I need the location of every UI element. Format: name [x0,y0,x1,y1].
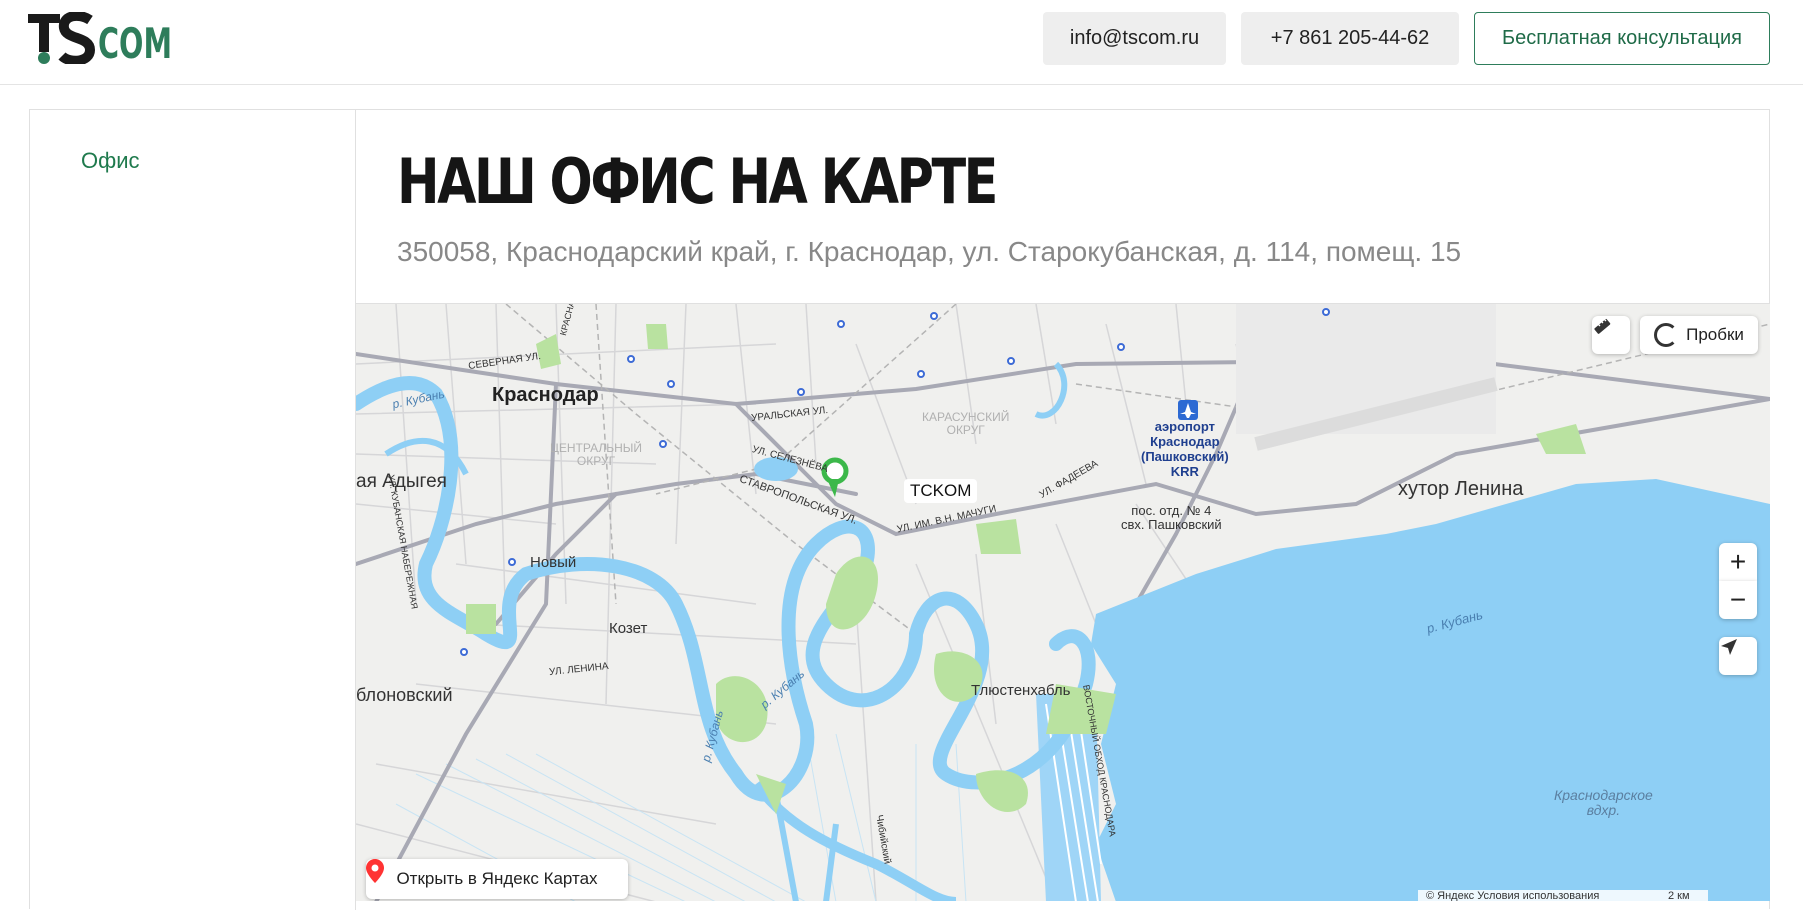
map-label-yablonovsky: блоновский [356,685,453,705]
map-label-khutor-lenina: хутор Ленина [1398,478,1524,500]
open-in-yandex-maps-button[interactable]: Открыть в Яндекс Картах [366,859,628,899]
navigation-arrow-icon [1721,639,1737,655]
sidebar: Офис [30,110,356,910]
map-label-kozet: Козет [609,620,648,637]
yandex-map[interactable]: Краснодар ая Адыгея Новый Козет блоновск… [356,303,1770,901]
copyright-text[interactable]: © Яндекс Условия использования [1426,890,1599,901]
traffic-button[interactable]: Пробки [1640,316,1758,354]
free-consultation-button[interactable]: Бесплатная консультация [1474,12,1770,65]
ruler-button[interactable] [1592,316,1630,354]
ruler-icon [1594,318,1611,334]
map-label-reservoir: Краснодарское вдхр. [1554,787,1653,819]
office-pin-label[interactable]: TCKOM [904,479,978,503]
map-label-karasun-district: КАРАСУНСКИЙ ОКРУГ [922,410,1010,438]
zoom-out-button[interactable]: − [1719,581,1757,619]
phone-button[interactable]: +7 861 205-44-62 [1241,12,1459,65]
map-copyright[interactable]: © Яндекс Условия использования 2 км [1418,890,1708,901]
map-label-airport: аэропорт Краснодар (Пашковский) KRR [1141,419,1229,479]
open-in-yandex-maps-label: Открыть в Яндекс Картах [396,869,598,888]
office-address: 350058, Краснодарский край, г. Краснодар… [397,236,1462,267]
traffic-label: Пробки [1686,325,1744,344]
map-label-novy: Новый [530,554,577,571]
site-header: COM info@tscom.ru +7 861 205-44-62 Беспл… [0,0,1803,85]
page-title: НАШ ОФИС НА КАРТЕ [397,145,998,218]
zoom-in-button[interactable]: + [1719,543,1757,581]
map-label-tlyustenkhabl: Тлюстенхабль [971,682,1071,699]
email-button[interactable]: info@tscom.ru [1043,12,1226,65]
map-label-krasnodar: Краснодар [492,384,599,406]
map-pin-icon [366,859,384,883]
map-label-central-district: ЦЕНТРАЛЬНЫЙ ОКРУГ [550,441,643,469]
map-label-pos-otd: пос. отд. № 4 свх. Пашковский [1121,503,1222,533]
svg-text:COM: COM [98,19,172,64]
tscom-logo[interactable]: COM [28,12,173,64]
map-scale: 2 км [1668,890,1690,901]
traffic-icon [1654,323,1679,347]
geolocation-button[interactable] [1719,637,1757,675]
sidebar-item-office[interactable]: Офис [81,148,140,174]
map-label-adygea: ая Адыгея [356,471,447,492]
